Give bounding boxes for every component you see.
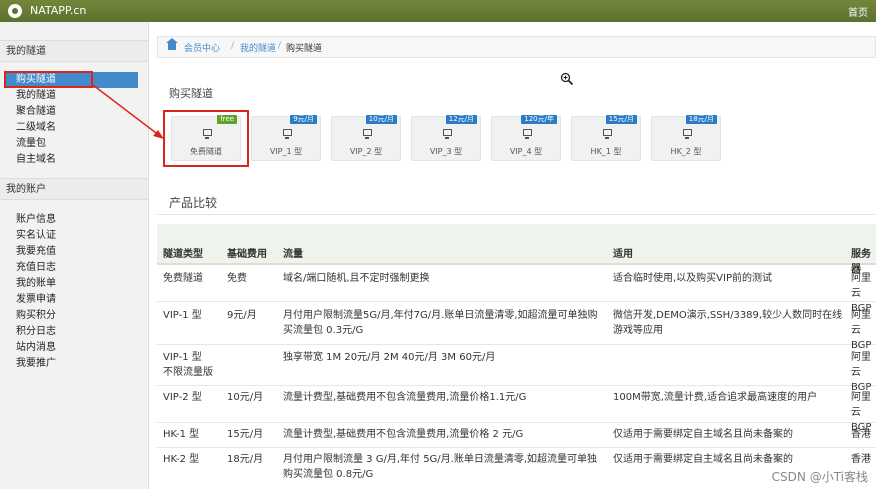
annotation-arrow	[92, 84, 164, 139]
watermark: CSDN @小Ti客栈	[771, 470, 868, 484]
